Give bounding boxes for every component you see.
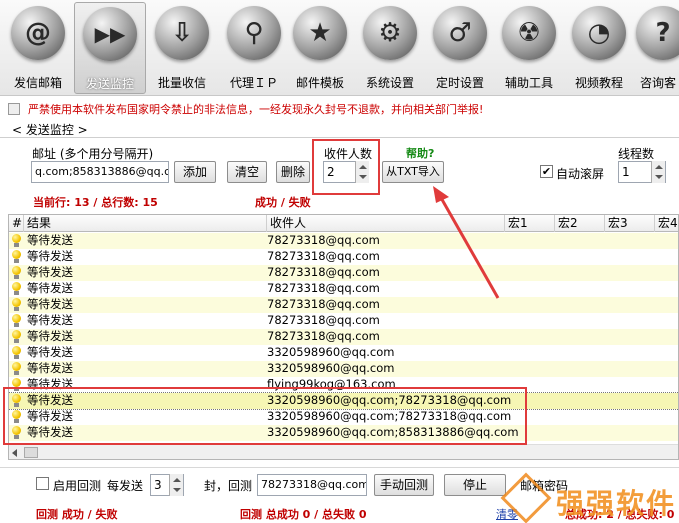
manual-reply-button[interactable]: 手动回测 xyxy=(374,474,434,496)
every-send-spinner[interactable] xyxy=(169,474,183,496)
watermark-logo: 强强软件 xyxy=(500,472,679,523)
stop-button[interactable]: 停止 xyxy=(444,474,506,496)
reply-unit-label: 封，回测 xyxy=(204,479,253,493)
reply-test-stats: 回测 成功 / 失败 xyxy=(36,508,118,521)
enable-reply-test-checkbox[interactable] xyxy=(36,477,49,490)
enable-reply-test-label: 启用回测 xyxy=(53,479,102,493)
logo-mark-icon xyxy=(500,472,552,523)
annotation-arrow xyxy=(433,186,500,299)
every-send-label: 每发送 xyxy=(107,479,144,493)
divider xyxy=(0,467,679,468)
reply-test-totals: 回测 总成功 0 / 总失败 0 xyxy=(240,508,367,521)
every-send-value: 3 xyxy=(154,478,162,492)
watermark-text: 强强软件 xyxy=(556,487,677,520)
reply-email-input[interactable]: 78273318@qq.com xyxy=(257,474,367,496)
